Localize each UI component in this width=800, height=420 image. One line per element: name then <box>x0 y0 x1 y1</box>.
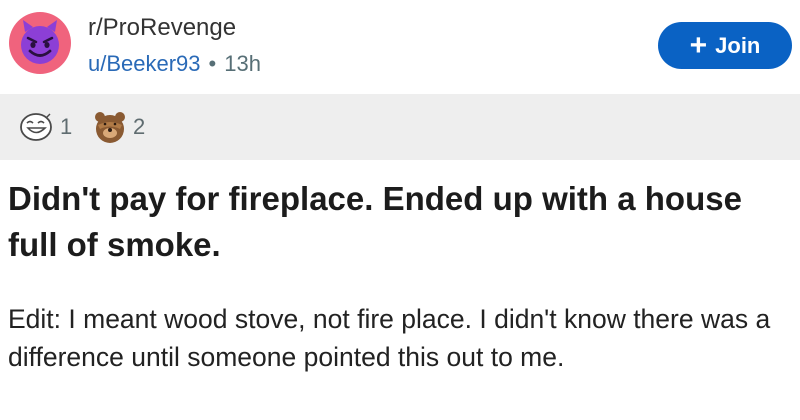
join-button[interactable]: + Join <box>658 22 792 69</box>
laughing-face-award-icon <box>20 113 52 141</box>
subreddit-avatar[interactable] <box>9 12 71 74</box>
award-bear[interactable]: 2 <box>93 109 145 145</box>
join-label: Join <box>715 32 761 58</box>
bear-facepalm-award-icon <box>95 112 125 143</box>
awards-bar: 1 2 <box>0 94 800 160</box>
post-meta: u/Beeker93 • 13h <box>88 50 261 78</box>
devil-face-icon <box>21 20 59 64</box>
post-body: Edit: I meant wood stove, not fire place… <box>8 304 771 372</box>
meta-separator: • <box>208 51 217 76</box>
author-link[interactable]: u/Beeker93 <box>88 51 201 76</box>
post-header: r/ProRevenge u/Beeker93 • 13h + Join <box>0 0 800 92</box>
plus-icon: + <box>689 28 708 62</box>
award-count: 2 <box>133 114 146 139</box>
post-title[interactable]: Didn't pay for fireplace. Ended up with … <box>8 176 788 268</box>
award-laughing[interactable]: 1 <box>18 109 72 145</box>
post-age: 13h <box>224 51 261 76</box>
subreddit-name[interactable]: r/ProRevenge <box>88 14 236 42</box>
award-count: 1 <box>60 114 73 139</box>
